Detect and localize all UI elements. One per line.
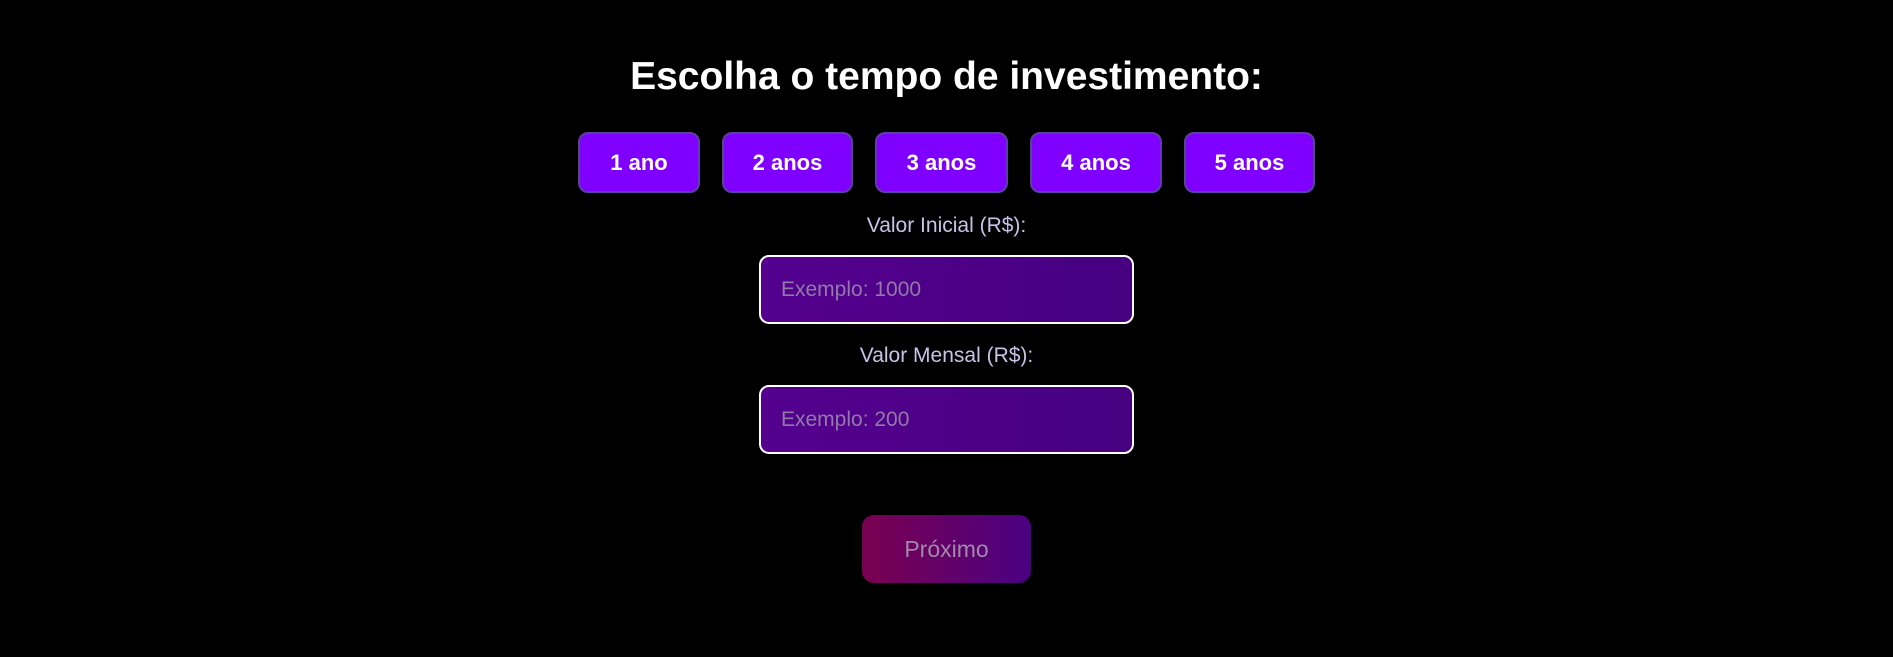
duration-button-5-anos[interactable]: 5 anos [1184,132,1315,193]
duration-button-2-anos[interactable]: 2 anos [722,132,853,193]
page-title: Escolha o tempo de investimento: [630,55,1263,98]
duration-button-1-ano[interactable]: 1 ano [578,132,700,193]
duration-button-4-anos[interactable]: 4 anos [1030,132,1162,193]
duration-options: 1 ano 2 anos 3 anos 4 anos 5 anos [578,132,1315,193]
initial-value-label: Valor Inicial (R$): [866,214,1027,237]
investment-form: Escolha o tempo de investimento: 1 ano 2… [0,0,1893,657]
next-button[interactable]: Próximo [862,515,1031,583]
initial-value-input[interactable] [759,255,1134,324]
duration-button-3-anos[interactable]: 3 anos [875,132,1008,193]
monthly-value-input[interactable] [759,385,1134,454]
monthly-value-label: Valor Mensal (R$): [859,344,1034,367]
